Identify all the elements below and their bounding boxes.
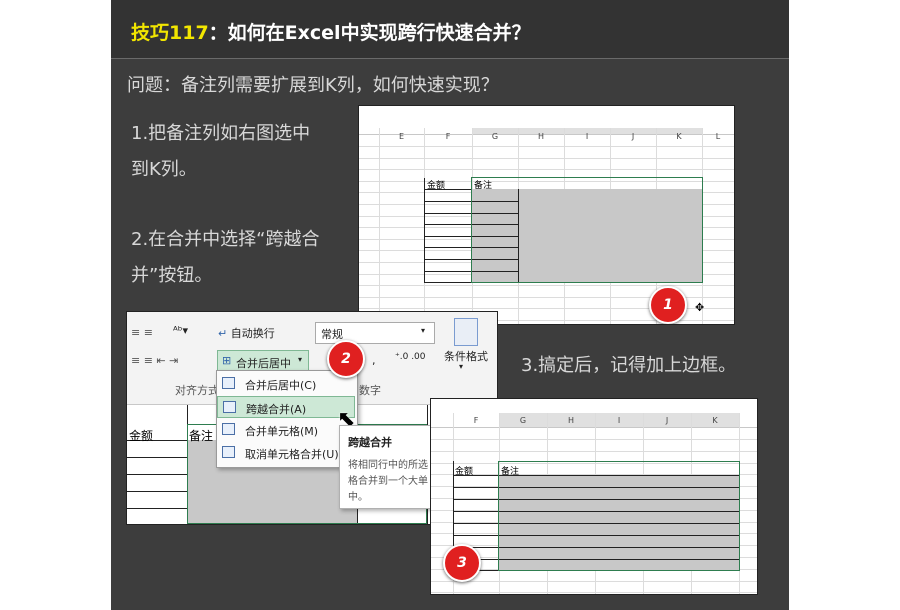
orientation-icon[interactable]: ᴬᵇ▾ — [173, 324, 188, 337]
fill-handle-cursor-icon: ✥ — [695, 301, 705, 314]
conditional-format-icon[interactable] — [454, 318, 478, 346]
grid-row-line — [359, 169, 734, 170]
step1-line1: 1.把备注列如右图选中 — [131, 123, 311, 144]
grid-row-line — [431, 439, 757, 440]
col-header-g: G — [491, 132, 499, 141]
menu-item-merge-across[interactable]: 跨越合并(A) — [217, 396, 355, 418]
align-lines-icon[interactable]: ≡ ≡ — [131, 326, 153, 339]
tooltip: 跨越合并 将相同行中的所选 格合并到一个大单 中。 — [339, 425, 436, 509]
step2-line2: 并”按钮。 — [131, 265, 213, 286]
merge-across-icon — [223, 401, 236, 413]
grid-row-line — [431, 451, 757, 452]
group-label-number: 数字 — [359, 384, 381, 397]
wrap-text-icon: ↵ — [218, 327, 228, 340]
comma-style-button[interactable]: , — [372, 354, 376, 367]
step3-text: 3.搞定后，记得加上边框。 — [521, 355, 737, 376]
merge-center-button[interactable]: ⊞ 合并后居中 ▾ — [217, 350, 309, 372]
unmerge-icon — [222, 446, 235, 458]
col-header-border — [431, 427, 757, 428]
step-badge-1: 1 — [649, 286, 687, 324]
menu-item-label: 合并单元格(M) — [245, 425, 319, 438]
table-row-line — [425, 259, 472, 260]
cell-amount-header: 金额 — [455, 467, 474, 477]
col-header-k: K — [676, 132, 682, 141]
col-header-g: G — [519, 416, 527, 425]
table-row-line — [425, 247, 472, 248]
conditional-format-label[interactable]: 条件格式 — [444, 348, 488, 364]
merge-center-label: 合并后居中 — [236, 357, 291, 370]
table-row-line — [425, 201, 472, 202]
merge-center-icon — [222, 377, 235, 389]
step1-line2: 到K列。 — [131, 159, 197, 180]
table-border — [424, 282, 472, 283]
chevron-down-icon: ▾ — [459, 362, 464, 371]
col-header-f: F — [445, 132, 451, 141]
col-header-h: H — [537, 132, 544, 141]
grid-row-line — [431, 581, 757, 582]
chevron-down-icon: ▾ — [298, 355, 303, 364]
question-text: 问题：备注列需要扩展到K列，如何快速实现？ — [127, 75, 499, 96]
wrap-text-button[interactable]: ↵ 自动换行 — [218, 325, 275, 341]
number-format-select[interactable]: 常规 ▾ — [315, 322, 435, 344]
table-row-line — [425, 213, 472, 214]
page-title: 技巧117：如何在Excel中实现跨行快速合并？ — [131, 18, 531, 45]
screenshot-3: F G H I J K 金额 备注 3 — [430, 398, 758, 595]
screenshot-1: E F G H I J K L 金额 备注 1 ✥ — [358, 105, 735, 325]
col-header-f: F — [473, 416, 479, 425]
grid-row-line — [359, 285, 734, 286]
group-label-alignment: 对齐方式 — [175, 384, 219, 397]
tooltip-line-2: 格合并到一个大单 — [348, 476, 428, 487]
grid-row-line — [431, 592, 757, 593]
menu-item-unmerge[interactable]: 取消单元格合并(U) — [217, 442, 355, 464]
tooltip-title: 跨越合并 — [348, 436, 392, 449]
menu-item-merge-center[interactable]: 合并后居中(C) — [217, 373, 355, 395]
menu-item-label: 合并后居中(C) — [245, 379, 317, 392]
grid-col-line — [379, 128, 380, 324]
menu-item-label: 取消单元格合并(U) — [245, 448, 339, 461]
col-header-i: I — [617, 416, 621, 425]
menu-item-label: 跨越合并(A) — [246, 403, 307, 416]
step2-line1: 2.在合并中选择“跨越合 — [131, 229, 320, 250]
grid-row-line — [359, 158, 734, 159]
col-header-h: H — [567, 416, 574, 425]
decimal-buttons[interactable]: ⁺.0 .00 — [395, 352, 426, 362]
selection-border — [498, 461, 740, 571]
table-row-line — [425, 236, 472, 237]
step-badge-2: 2 — [327, 340, 365, 378]
title-text: ：如何在Excel中实现跨行快速合并？ — [208, 22, 531, 44]
grid-row-line — [359, 146, 734, 147]
tip-panel: 技巧117：如何在Excel中实现跨行快速合并？ 问题：备注列需要扩展到K列，如… — [111, 0, 789, 610]
col-header-j: J — [631, 132, 635, 141]
col-header-e: E — [398, 132, 405, 141]
table-row-line — [425, 224, 472, 225]
step-badge-3: 3 — [443, 544, 481, 582]
table-border — [424, 178, 425, 282]
number-format-value: 常规 — [321, 328, 343, 341]
col-header-l: L — [715, 132, 721, 141]
merge-icon: ⊞ — [222, 354, 232, 367]
table-row-line — [425, 271, 472, 272]
col-header-k: K — [712, 416, 718, 425]
cell-amount-header: 金额 — [427, 181, 446, 191]
chevron-down-icon: ▾ — [421, 326, 426, 335]
col-header-i: I — [585, 132, 589, 141]
tooltip-line-3: 中。 — [348, 492, 368, 503]
title-bar: 技巧117：如何在Excel中实现跨行快速合并？ — [111, 0, 789, 59]
cell-amount-header: 金额 — [129, 429, 154, 443]
menu-item-merge-cells[interactable]: 合并单元格(M) — [217, 419, 355, 441]
title-accent: 技巧117 — [131, 22, 209, 44]
col-header-j: J — [665, 416, 669, 425]
merge-cells-icon — [222, 423, 235, 435]
wrap-text-label: 自动换行 — [230, 327, 275, 340]
indent-icons[interactable]: ≡ ≡ ⇤ ⇥ — [131, 354, 178, 367]
tooltip-line-1: 将相同行中的所选 — [348, 460, 428, 471]
selection-border — [471, 177, 703, 283]
